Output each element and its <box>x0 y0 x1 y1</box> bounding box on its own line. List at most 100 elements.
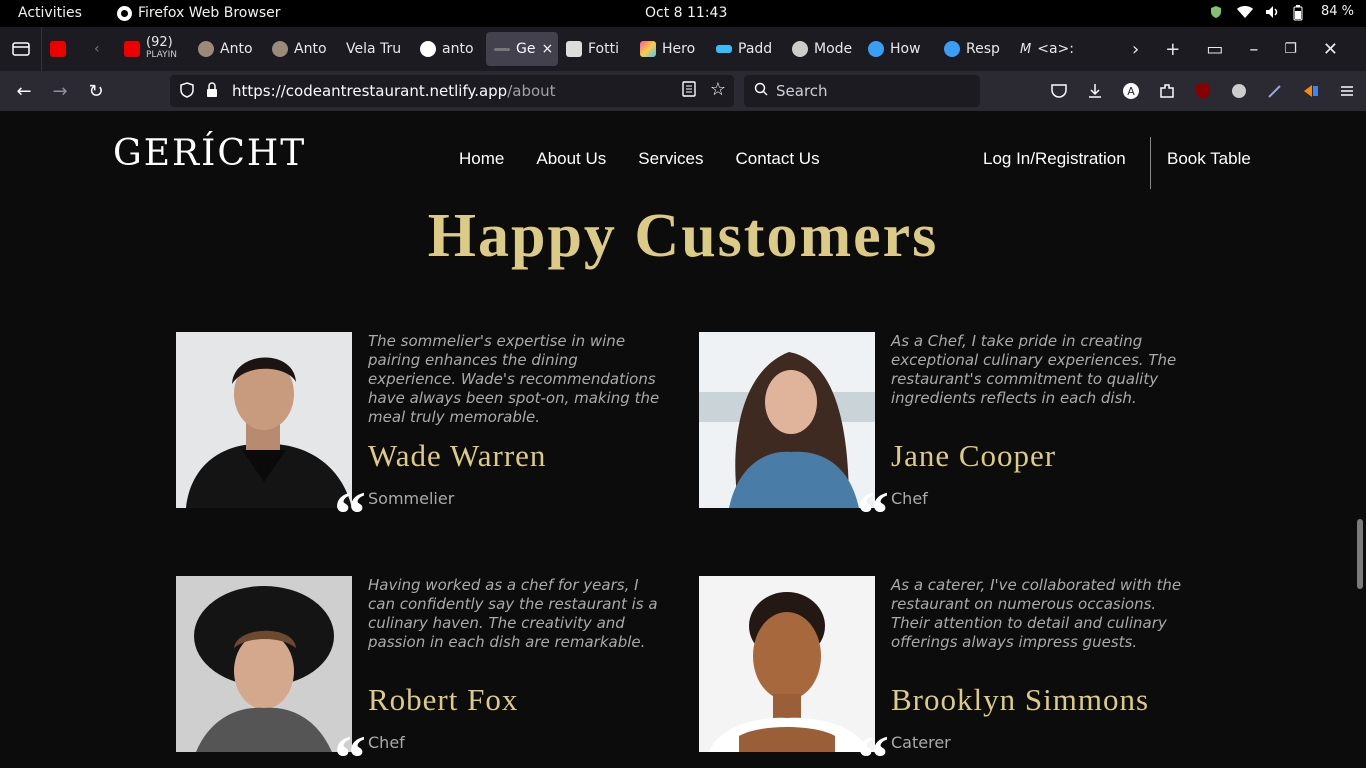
shield-icon <box>1209 5 1223 19</box>
url-text[interactable]: https://codeantrestaurant.netlify.app/ab… <box>232 82 556 100</box>
nav-about-link[interactable]: About Us <box>536 149 606 169</box>
system-tray[interactable]: 84 % <box>1209 4 1354 20</box>
notion-icon <box>566 41 582 57</box>
lock-icon[interactable] <box>206 82 218 102</box>
customer-name: Wade Warren <box>368 438 547 473</box>
eyedropper-icon[interactable] <box>1266 82 1284 100</box>
toolbar-extensions: A <box>1050 71 1356 111</box>
avatar-icon <box>272 41 288 57</box>
customer-role: Chef <box>891 489 928 508</box>
section-title: Happy Customers <box>427 202 939 270</box>
customer-photo <box>176 332 352 508</box>
openai-icon <box>792 41 808 57</box>
firefox-view-button[interactable] <box>0 27 42 71</box>
clock[interactable]: Oct 8 11:43 <box>645 5 727 21</box>
menu-icon[interactable] <box>1338 82 1356 100</box>
pocket-icon[interactable] <box>1050 82 1068 100</box>
svg-text:A: A <box>1127 85 1135 98</box>
firefox-icon <box>117 5 132 21</box>
page-scrollbar-thumb[interactable] <box>1357 519 1363 589</box>
tab-vela-tru[interactable]: Vela Tru <box>338 32 412 66</box>
search-input[interactable]: Search <box>744 75 980 107</box>
wifi-icon <box>1236 5 1253 19</box>
system-top-bar: Activities Firefox Web Browser Oct 8 11:… <box>0 0 1366 27</box>
app-menu[interactable]: Firefox Web Browser <box>117 5 281 21</box>
tab-hero[interactable]: Hero <box>632 32 708 66</box>
list-tabs-icon[interactable]: ▭ <box>1206 39 1223 60</box>
quote-icon: “ <box>857 478 889 549</box>
customer-role: Chef <box>368 733 405 752</box>
tab-padd[interactable]: Padd <box>708 32 784 66</box>
tab-anto-1[interactable]: Anto <box>190 32 264 66</box>
tab-mdn[interactable]: M <a>: <box>1012 32 1092 66</box>
tab-anto-2[interactable]: Anto <box>264 32 338 66</box>
nav-services-link[interactable]: Services <box>638 149 703 169</box>
testimonial-card: “ As a caterer, I've collaborated with t… <box>699 576 1219 768</box>
firefox-view-icon <box>11 42 30 56</box>
window-controls: › + ▭ – ❐ ✕ <box>1132 27 1366 71</box>
tab-strip: ‹ (92) PLAYIN Anto Anto Vela Tru anto Ge … <box>0 27 1366 71</box>
customer-role: Sommelier <box>368 489 455 508</box>
close-window-icon[interactable]: ✕ <box>1323 39 1338 60</box>
tab-how[interactable]: How <box>860 32 936 66</box>
youtube-icon <box>50 41 66 57</box>
reload-icon[interactable]: ↻ <box>78 81 114 102</box>
nav-home-link[interactable]: Home <box>459 149 504 169</box>
battery-icon <box>1293 4 1307 20</box>
header-divider <box>1150 137 1151 189</box>
testimonial-card: “ The sommelier's expertise in wine pair… <box>176 332 696 546</box>
close-tab-icon[interactable]: × <box>541 41 553 57</box>
reader-view-icon[interactable] <box>682 81 696 101</box>
tab-active-page[interactable]: Ge × <box>486 32 558 66</box>
codeium-icon <box>868 41 884 57</box>
search-placeholder: Search <box>776 82 828 100</box>
battery-percent: 84 % <box>1320 4 1354 19</box>
avatar-icon <box>198 41 214 57</box>
account-icon[interactable]: A <box>1122 82 1140 100</box>
site-logo[interactable]: GERÍCHT <box>113 133 306 174</box>
gradient-icon <box>640 41 656 57</box>
nav-contact-link[interactable]: Contact Us <box>735 149 819 169</box>
search-icon <box>754 82 768 100</box>
tab-fotti[interactable]: Fotti <box>558 32 632 66</box>
chevron-left-icon: ‹ <box>94 41 100 57</box>
new-tab-icon[interactable]: + <box>1165 39 1180 60</box>
customer-photo <box>699 332 875 508</box>
minimize-icon[interactable]: – <box>1249 39 1258 60</box>
volume-icon <box>1265 5 1279 19</box>
testimonial-text: Having worked as a chef for years, I can… <box>368 576 658 651</box>
mdn-icon: M <box>1020 41 1032 57</box>
tab-mode[interactable]: Mode <box>784 32 860 66</box>
login-link[interactable]: Log In/Registration <box>983 149 1126 169</box>
book-table-link[interactable]: Book Table <box>1167 149 1251 169</box>
extension-puzzle-icon[interactable] <box>1230 82 1248 100</box>
tab-resp[interactable]: Resp <box>936 32 1012 66</box>
tab-scroll-left[interactable]: ‹ <box>86 32 116 66</box>
bookmark-star-icon[interactable]: ☆ <box>710 79 726 100</box>
activities-button[interactable]: Activities <box>18 5 82 21</box>
tracking-shield-icon[interactable] <box>180 82 194 102</box>
tab-github[interactable]: anto <box>412 32 486 66</box>
customer-photo <box>699 576 875 752</box>
download-icon[interactable] <box>1086 82 1104 100</box>
testimonial-text: As a caterer, I've collaborated with the… <box>891 576 1182 651</box>
back-icon[interactable]: ← <box>6 81 42 102</box>
extension-orange-icon[interactable] <box>1302 82 1320 100</box>
extensions-icon[interactable] <box>1158 82 1176 100</box>
forward-icon[interactable]: → <box>42 81 78 102</box>
navigation-toolbar: ← → ↻ https://codeantrestaurant.netlify.… <box>0 71 1366 111</box>
address-bar[interactable]: https://codeantrestaurant.netlify.app/ab… <box>170 75 734 107</box>
testimonial-text: As a Chef, I take pride in creating exce… <box>891 332 1177 407</box>
quote-icon: “ <box>334 478 366 549</box>
maximize-icon[interactable]: ❐ <box>1284 41 1297 57</box>
quote-icon: “ <box>334 722 366 768</box>
tab-youtube-playing[interactable]: (92) PLAYIN <box>116 32 190 66</box>
customer-name: Jane Cooper <box>891 438 1057 473</box>
chevron-right-icon[interactable]: › <box>1132 39 1139 60</box>
customer-photo <box>176 576 352 752</box>
tab-youtube-pinned[interactable] <box>42 32 86 66</box>
testimonial-text: The sommelier's expertise in wine pairin… <box>368 332 660 426</box>
app-name: Firefox Web Browser <box>138 5 281 21</box>
github-icon <box>420 41 436 57</box>
ublock-icon[interactable] <box>1194 82 1212 100</box>
